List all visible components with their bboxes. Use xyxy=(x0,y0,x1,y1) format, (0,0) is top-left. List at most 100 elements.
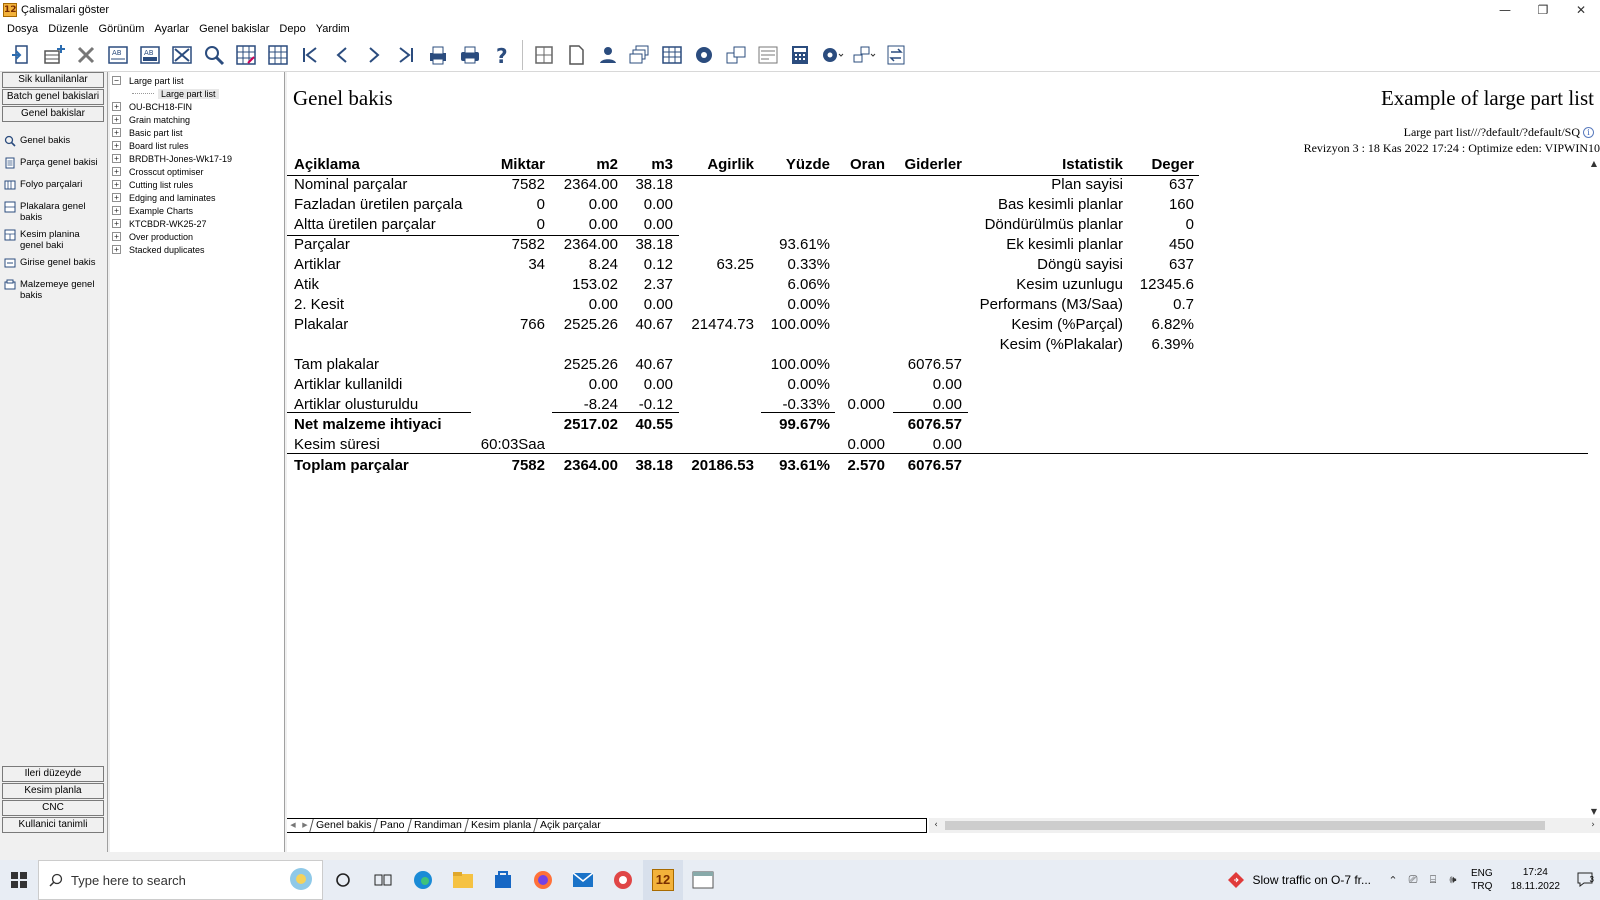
expand-icon[interactable]: + xyxy=(112,232,121,241)
first-record-icon[interactable] xyxy=(294,40,326,70)
app-window-icon[interactable] xyxy=(683,860,723,900)
cortana-circle-icon[interactable] xyxy=(323,860,363,900)
horizontal-scrollbar[interactable]: ‹ › xyxy=(929,818,1600,833)
expand-icon[interactable]: + xyxy=(112,219,121,228)
info-icon[interactable]: i xyxy=(1583,127,1594,138)
grid-icon[interactable] xyxy=(262,40,294,70)
spellcheck-ab2-icon[interactable]: AB xyxy=(134,40,166,70)
nav-item-genel-bakis[interactable]: Genel bakis xyxy=(2,132,106,154)
minimize-button[interactable]: — xyxy=(1486,0,1524,20)
menu-ayarlar[interactable]: Ayarlar xyxy=(149,23,194,35)
nav-tab-batch-genel-bakislari[interactable]: Batch genel bakislari xyxy=(2,89,104,105)
nav-item-folyo-parcalari[interactable]: Folyo parçalari xyxy=(2,176,106,198)
delete-icon[interactable] xyxy=(70,40,102,70)
chevron-up-icon[interactable]: ⌃ xyxy=(1383,874,1403,887)
table-icon[interactable] xyxy=(656,40,688,70)
store-icon[interactable] xyxy=(483,860,523,900)
tree-item[interactable]: + Basic part list xyxy=(110,126,284,139)
expand-icon[interactable]: + xyxy=(112,154,121,163)
nav-item-plakalara-genel-bakis[interactable]: Plakalara genel bakis xyxy=(2,198,106,226)
clock[interactable]: 17:24 18.11.2022 xyxy=(1511,866,1560,894)
nav-tab-genel-bakislar[interactable]: Genel bakislar xyxy=(2,106,104,122)
nav-tab-sik-kullanilanlar[interactable]: Sik kullanilanlar xyxy=(2,72,104,88)
scroll-up-icon[interactable]: ▲ xyxy=(1588,158,1600,170)
tree-root[interactable]: − Large part list xyxy=(110,74,284,87)
clear-icon[interactable] xyxy=(166,40,198,70)
layout-icon[interactable] xyxy=(528,40,560,70)
sheet-tab[interactable]: Randiman xyxy=(407,819,468,832)
tree-item[interactable]: + Cutting list rules xyxy=(110,178,284,191)
file-explorer-icon[interactable] xyxy=(443,860,483,900)
nav-tab-ileri-duzeyde[interactable]: Ileri düzeyde xyxy=(2,766,104,782)
sheet-tab[interactable]: Kesim planla xyxy=(464,819,537,832)
app-12-icon[interactable]: 12 xyxy=(643,860,683,900)
menu-dosya[interactable]: Dosya xyxy=(2,23,43,35)
sheet-tab[interactable]: Pano xyxy=(373,819,411,832)
collapse-icon[interactable]: − xyxy=(112,76,121,85)
taskbar-search-box[interactable]: Type here to search xyxy=(38,860,323,900)
print-icon[interactable] xyxy=(454,40,486,70)
expand-icon[interactable]: + xyxy=(112,141,121,150)
vertical-scrollbar[interactable]: ▲ ▼ xyxy=(1588,158,1600,818)
grid-edit-icon[interactable] xyxy=(230,40,262,70)
expand-icon[interactable]: + xyxy=(112,102,121,111)
tree-item[interactable]: + KTCBDR-WK25-27 xyxy=(110,217,284,230)
menu-depo[interactable]: Depo xyxy=(274,23,310,35)
news-widget[interactable]: Slow traffic on O-7 fr... xyxy=(1227,871,1371,889)
tree-item[interactable]: + Edging and laminates xyxy=(110,191,284,204)
volume-icon[interactable]: 🕪 xyxy=(1443,873,1463,887)
gear-dropdown-icon[interactable] xyxy=(816,40,848,70)
firefox-icon[interactable] xyxy=(523,860,563,900)
help-icon[interactable]: ? xyxy=(486,40,518,70)
sheet-tab[interactable]: Açik parçalar xyxy=(533,819,607,832)
print-preview-icon[interactable] xyxy=(422,40,454,70)
last-record-icon[interactable] xyxy=(390,40,422,70)
close-button[interactable]: ✕ xyxy=(1562,0,1600,20)
previous-record-icon[interactable] xyxy=(326,40,358,70)
language-indicator[interactable]: ENG TRQ xyxy=(1471,867,1493,893)
restore-button[interactable]: ❐ xyxy=(1524,0,1562,20)
scroll-left-icon[interactable]: ‹ xyxy=(929,818,943,833)
scroll-down-icon[interactable]: ▼ xyxy=(1588,806,1600,818)
expand-icon[interactable]: + xyxy=(112,206,121,215)
form-icon[interactable] xyxy=(752,40,784,70)
menu-gorunum[interactable]: Görünüm xyxy=(94,23,150,35)
nav-item-kesim-planina-genel-baki[interactable]: Kesim planina genel baki xyxy=(2,226,106,254)
tree-selected-child[interactable]: Large part list xyxy=(110,87,284,100)
expand-icon[interactable]: + xyxy=(112,245,121,254)
calculator-icon[interactable] xyxy=(784,40,816,70)
search-icon[interactable] xyxy=(198,40,230,70)
task-view-icon[interactable] xyxy=(363,860,403,900)
add-row-icon[interactable] xyxy=(38,40,70,70)
nav-tab-cnc[interactable]: CNC xyxy=(2,800,104,816)
app-red-icon[interactable] xyxy=(603,860,643,900)
device-icon[interactable]: ⎚ xyxy=(1403,873,1423,887)
tree-item[interactable]: + Stacked duplicates xyxy=(110,243,284,256)
mail-icon[interactable] xyxy=(563,860,603,900)
transfer-icon[interactable] xyxy=(880,40,912,70)
scroll-right-icon[interactable]: › xyxy=(1586,818,1600,833)
expand-icon[interactable]: + xyxy=(112,167,121,176)
network-icon[interactable]: ⌸ xyxy=(1423,873,1443,887)
tree-item[interactable]: + BRDBTH-Jones-Wk17-19 xyxy=(110,152,284,165)
tree-item[interactable]: + Crosscut optimiser xyxy=(110,165,284,178)
scroll-thumb[interactable] xyxy=(945,821,1545,830)
tree-item[interactable]: + OU-BCH18-FIN xyxy=(110,100,284,113)
windows-start-icon[interactable] xyxy=(0,860,38,900)
menu-yardim[interactable]: Yardim xyxy=(311,23,355,35)
settings-gear-icon[interactable] xyxy=(688,40,720,70)
edge-icon[interactable] xyxy=(403,860,443,900)
user-icon[interactable] xyxy=(592,40,624,70)
expand-icon[interactable]: + xyxy=(112,128,121,137)
nav-tab-kullanici-tanimli[interactable]: Kullanici tanimli xyxy=(2,817,104,833)
menu-genel-bakislar[interactable]: Genel bakislar xyxy=(194,23,274,35)
stack-icon[interactable] xyxy=(624,40,656,70)
new-document-icon[interactable] xyxy=(6,40,38,70)
network-dropdown-icon[interactable] xyxy=(848,40,880,70)
sheet-tab[interactable]: Genel bakis xyxy=(309,819,378,832)
notification-icon[interactable]: 3 xyxy=(1570,871,1600,890)
tree-item[interactable]: + Board list rules xyxy=(110,139,284,152)
nav-tab-kesim-planla[interactable]: Kesim planla xyxy=(2,783,104,799)
tree-item[interactable]: + Example Charts xyxy=(110,204,284,217)
next-record-icon[interactable] xyxy=(358,40,390,70)
